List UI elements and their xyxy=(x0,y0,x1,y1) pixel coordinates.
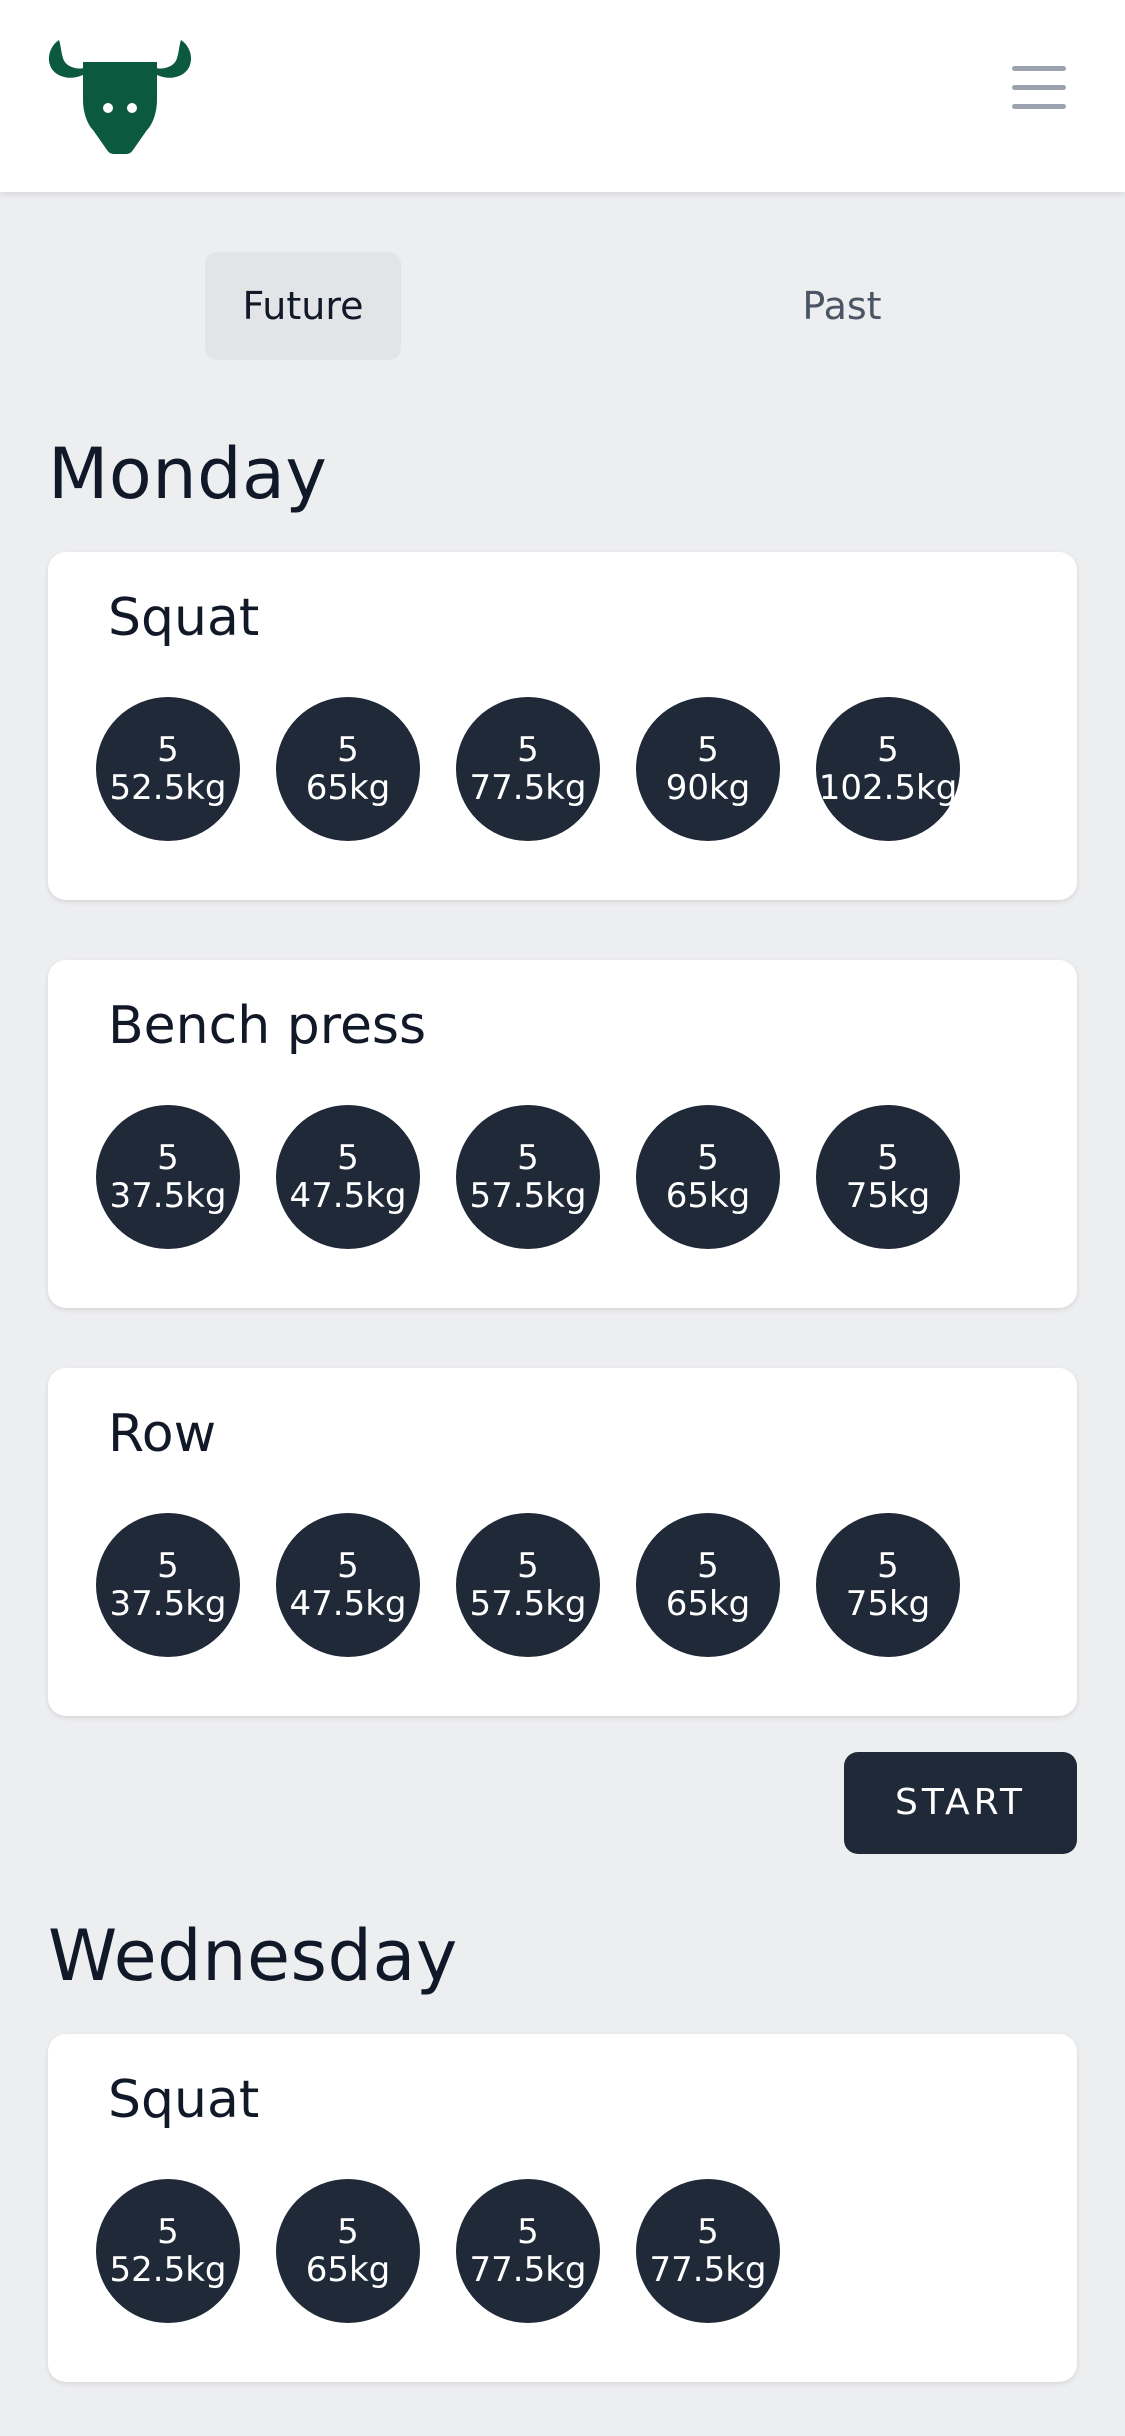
set-circle[interactable]: 5 57.5kg xyxy=(456,1513,600,1657)
set-reps: 5 xyxy=(697,730,719,770)
set-weight: 90kg xyxy=(665,768,751,808)
set-list: 5 52.5kg 5 65kg 5 77.5kg 5 77.5kg xyxy=(96,2179,1046,2325)
set-weight: 47.5kg xyxy=(289,1584,407,1624)
set-weight: 77.5kg xyxy=(649,2250,767,2290)
set-circle[interactable]: 5 47.5kg xyxy=(276,1513,420,1657)
set-weight: 52.5kg xyxy=(109,2250,227,2290)
tab-future[interactable]: Future xyxy=(205,252,401,360)
set-reps: 5 xyxy=(517,1138,539,1178)
set-reps: 5 xyxy=(877,1138,899,1178)
set-weight: 65kg xyxy=(665,1176,751,1216)
set-reps: 5 xyxy=(157,1546,179,1586)
set-circle[interactable]: 5 75kg xyxy=(816,1513,960,1657)
set-reps: 5 xyxy=(517,1546,539,1586)
set-circle[interactable]: 5 65kg xyxy=(636,1513,780,1657)
set-weight: 102.5kg xyxy=(818,768,958,808)
set-list: 5 37.5kg 5 47.5kg 5 57.5kg 5 65kg 5 75kg xyxy=(96,1513,1046,1659)
set-reps: 5 xyxy=(877,730,899,770)
set-reps: 5 xyxy=(337,1138,359,1178)
set-weight: 77.5kg xyxy=(469,768,587,808)
set-circle[interactable]: 5 65kg xyxy=(276,697,420,841)
set-circle[interactable]: 5 77.5kg xyxy=(636,2179,780,2323)
set-reps: 5 xyxy=(337,730,359,770)
set-circle[interactable]: 5 57.5kg xyxy=(456,1105,600,1249)
set-circle[interactable]: 5 47.5kg xyxy=(276,1105,420,1249)
set-circle[interactable]: 5 90kg xyxy=(636,697,780,841)
set-reps: 5 xyxy=(157,730,179,770)
set-circle[interactable]: 5 77.5kg xyxy=(456,2179,600,2323)
set-circle[interactable]: 5 75kg xyxy=(816,1105,960,1249)
set-weight: 37.5kg xyxy=(109,1176,227,1216)
set-reps: 5 xyxy=(517,2212,539,2252)
tab-past[interactable]: Past xyxy=(742,252,942,360)
set-circle[interactable]: 5 37.5kg xyxy=(96,1513,240,1657)
hamburger-menu-icon[interactable] xyxy=(1008,66,1072,122)
day-title-wednesday: Wednesday xyxy=(48,1915,458,1997)
set-weight: 65kg xyxy=(305,768,391,808)
set-circle[interactable]: 5 52.5kg xyxy=(96,697,240,841)
set-list: 5 37.5kg 5 47.5kg 5 57.5kg 5 65kg 5 75kg xyxy=(96,1105,1046,1251)
set-weight: 75kg xyxy=(845,1584,931,1624)
set-circle[interactable]: 5 77.5kg xyxy=(456,697,600,841)
start-button[interactable]: START xyxy=(844,1752,1077,1854)
set-circle[interactable]: 5 65kg xyxy=(636,1105,780,1249)
set-reps: 5 xyxy=(877,1546,899,1586)
set-weight: 52.5kg xyxy=(109,768,227,808)
set-weight: 37.5kg xyxy=(109,1584,227,1624)
app-header xyxy=(0,0,1125,192)
set-weight: 75kg xyxy=(845,1176,931,1216)
set-weight: 57.5kg xyxy=(469,1584,587,1624)
set-circle[interactable]: 5 65kg xyxy=(276,2179,420,2323)
set-circle[interactable]: 5 102.5kg xyxy=(816,697,960,841)
set-reps: 5 xyxy=(337,2212,359,2252)
exercise-card-squat: Squat 5 52.5kg 5 65kg 5 77.5kg 5 90kg 5 102.5… xyxy=(48,552,1077,900)
day-title-monday: Monday xyxy=(48,433,328,515)
set-reps: 5 xyxy=(157,1138,179,1178)
set-weight: 57.5kg xyxy=(469,1176,587,1216)
exercise-name: Bench press xyxy=(108,996,427,1056)
set-reps: 5 xyxy=(157,2212,179,2252)
set-reps: 5 xyxy=(517,730,539,770)
set-circle[interactable]: 5 52.5kg xyxy=(96,2179,240,2323)
bull-head-icon[interactable] xyxy=(45,38,195,154)
exercise-card-row: Row 5 37.5kg 5 47.5kg 5 57.5kg 5 65kg 5 75kg xyxy=(48,1368,1077,1716)
exercise-name: Squat xyxy=(108,588,260,648)
set-reps: 5 xyxy=(697,2212,719,2252)
exercise-name: Squat xyxy=(108,2070,260,2130)
set-list: 5 52.5kg 5 65kg 5 77.5kg 5 90kg 5 102.5kg xyxy=(96,697,1046,843)
set-reps: 5 xyxy=(697,1138,719,1178)
set-weight: 47.5kg xyxy=(289,1176,407,1216)
set-circle[interactable]: 5 37.5kg xyxy=(96,1105,240,1249)
set-reps: 5 xyxy=(697,1546,719,1586)
exercise-name: Row xyxy=(108,1404,217,1464)
set-weight: 65kg xyxy=(305,2250,391,2290)
exercise-card-bench-press: Bench press 5 37.5kg 5 47.5kg 5 57.5kg 5 65k… xyxy=(48,960,1077,1308)
set-reps: 5 xyxy=(337,1546,359,1586)
tab-bar: Future Past xyxy=(0,252,1125,360)
set-weight: 65kg xyxy=(665,1584,751,1624)
exercise-card-squat: Squat 5 52.5kg 5 65kg 5 77.5kg 5 77.5kg xyxy=(48,2034,1077,2382)
set-weight: 77.5kg xyxy=(469,2250,587,2290)
